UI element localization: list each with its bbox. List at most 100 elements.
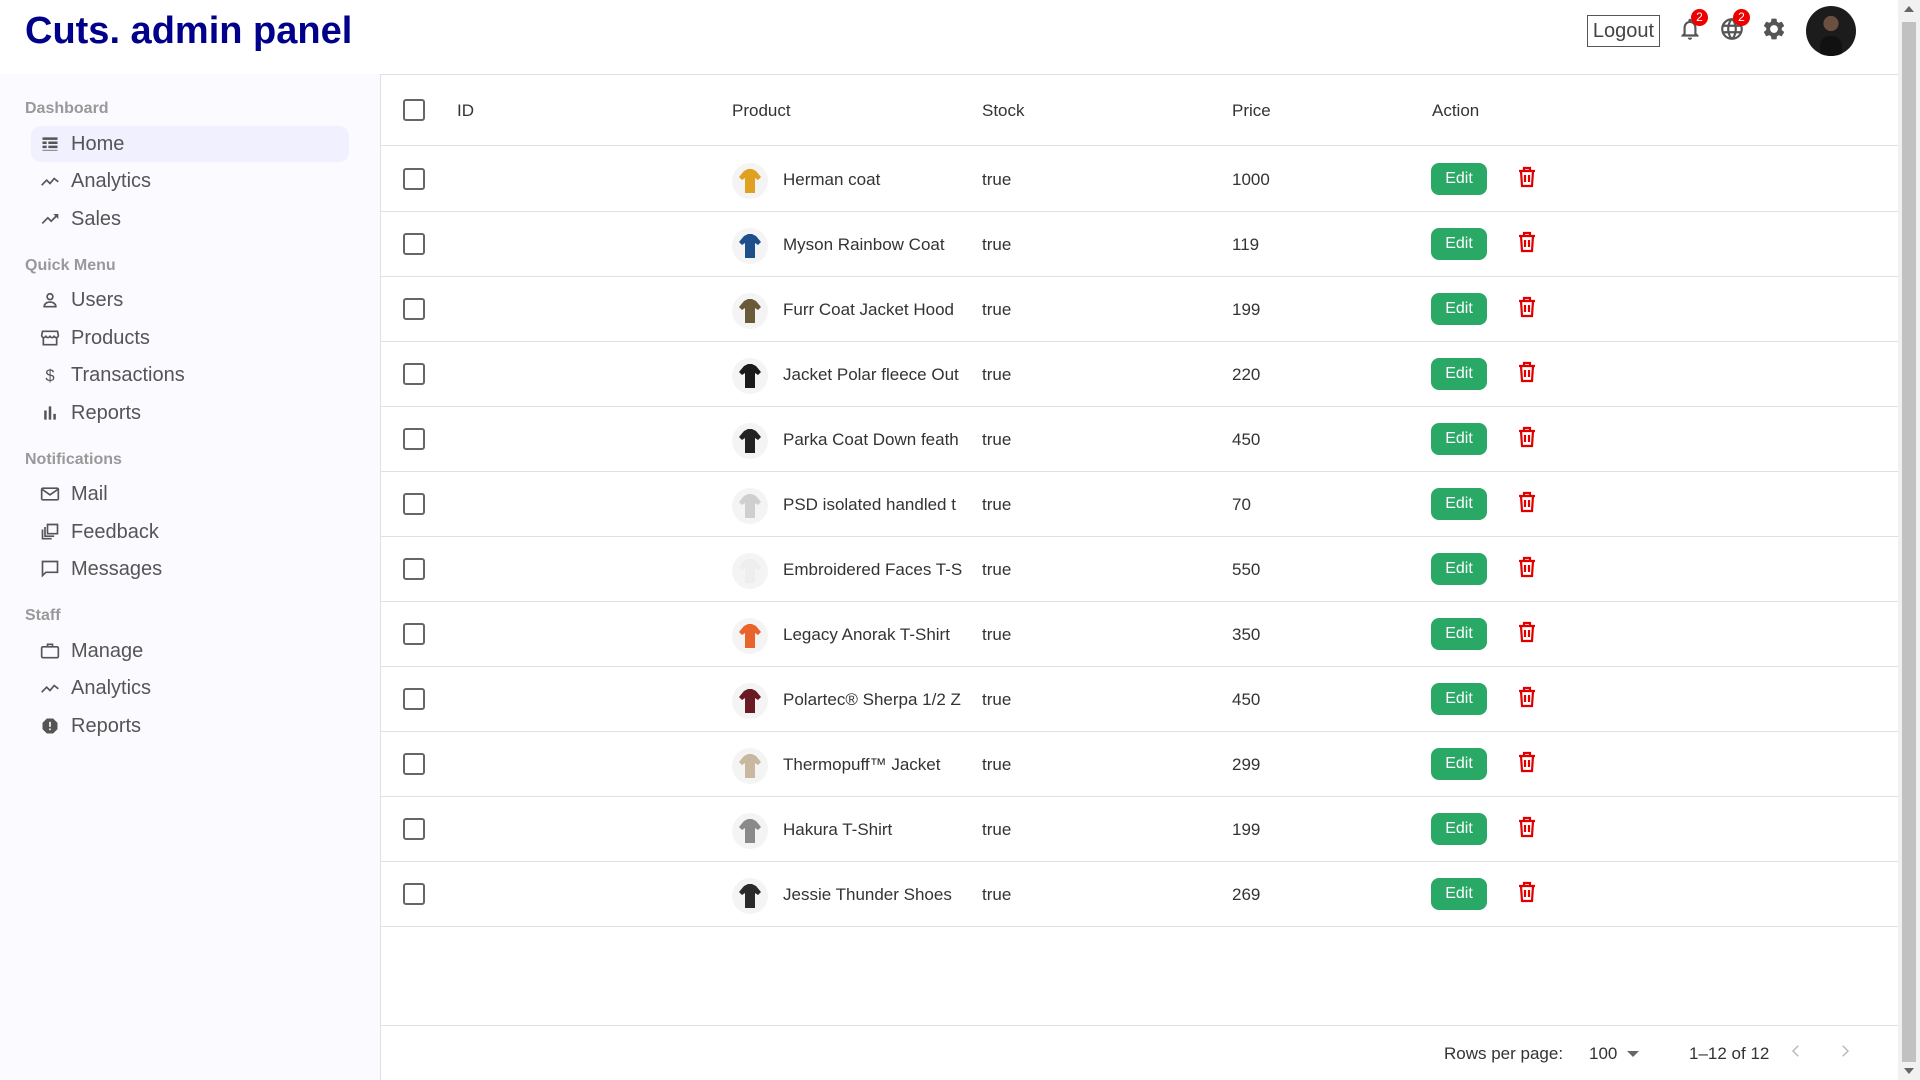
delete-button[interactable] (1513, 295, 1541, 323)
row-checkbox[interactable] (403, 818, 425, 840)
select-all-checkbox[interactable] (403, 99, 425, 121)
chevron-left-icon (1787, 1042, 1805, 1065)
scroll-down-arrow-icon[interactable] (1904, 1068, 1914, 1074)
table-row[interactable]: Furr Coat Jacket Hood true 199 Edit (381, 277, 1901, 342)
scroll-up-arrow-icon[interactable] (1904, 6, 1914, 12)
table-row[interactable]: Jacket Polar fleece Out true 220 Edit (381, 342, 1901, 407)
edit-button[interactable]: Edit (1431, 163, 1487, 195)
cell-stock: true (982, 300, 1012, 319)
cell-id (457, 407, 657, 472)
edit-button[interactable]: Edit (1431, 423, 1487, 455)
sidebar-item-users[interactable]: Users (31, 282, 349, 318)
cell-id (457, 537, 657, 602)
page-scrollbar[interactable] (1898, 0, 1920, 1080)
column-header-stock[interactable]: Stock (982, 75, 1025, 146)
edit-button[interactable]: Edit (1431, 488, 1487, 520)
sidebar-item-home[interactable]: Home (31, 126, 349, 162)
delete-button[interactable] (1513, 685, 1541, 713)
row-checkbox[interactable] (403, 688, 425, 710)
sidebar-item-sales[interactable]: Sales (31, 201, 349, 237)
sidebar-item-products[interactable]: Products (31, 320, 349, 356)
row-checkbox[interactable] (403, 883, 425, 905)
edit-button[interactable]: Edit (1431, 683, 1487, 715)
table-row[interactable]: Thermopuff™ Jacket true 299 Edit (381, 732, 1901, 797)
sidebar-item-label: Mail (71, 482, 108, 505)
trash-icon (1515, 619, 1539, 650)
edit-button[interactable]: Edit (1431, 748, 1487, 780)
cell-price: 199 (1232, 300, 1261, 319)
edit-button[interactable]: Edit (1431, 358, 1487, 390)
sidebar-item-label: Messages (71, 557, 163, 580)
next-page-button[interactable] (1830, 1038, 1860, 1068)
timeline-icon (39, 170, 61, 192)
table-row[interactable]: PSD isolated handled t true 70 Edit (381, 472, 1901, 537)
column-header-action[interactable]: Action (1432, 75, 1479, 146)
cell-stock: true (982, 495, 1012, 514)
scrollbar-thumb[interactable] (1902, 22, 1916, 1062)
table-row[interactable]: Hakura T-Shirt true 199 Edit (381, 797, 1901, 862)
sidebar-item-reports[interactable]: Reports (31, 395, 349, 431)
sidebar-item-manage[interactable]: Manage (31, 633, 349, 669)
work-icon (39, 640, 61, 662)
delete-button[interactable] (1513, 555, 1541, 583)
row-checkbox[interactable] (403, 623, 425, 645)
sidebar-item-transactions[interactable]: $ Transactions (31, 357, 349, 393)
sidebar-item-mail[interactable]: Mail (31, 476, 349, 512)
delete-button[interactable] (1513, 360, 1541, 388)
cell-product-name: Legacy Anorak T-Shirt (783, 625, 950, 644)
avatar[interactable] (1806, 6, 1856, 56)
column-header-id[interactable]: ID (457, 75, 474, 146)
delete-button[interactable] (1513, 490, 1541, 518)
edit-button[interactable]: Edit (1431, 553, 1487, 585)
rows-per-page-select[interactable]: 100 (1589, 1026, 1640, 1080)
sidebar-item-feedback[interactable]: Feedback (31, 514, 349, 550)
row-checkbox[interactable] (403, 493, 425, 515)
delete-button[interactable] (1513, 815, 1541, 843)
delete-button[interactable] (1513, 425, 1541, 453)
sidebar-item-staff-analytics[interactable]: Analytics (31, 670, 349, 706)
cell-stock: true (982, 560, 1012, 579)
row-checkbox[interactable] (403, 753, 425, 775)
settings-button[interactable] (1758, 15, 1790, 47)
row-checkbox[interactable] (403, 233, 425, 255)
language-button[interactable]: 2 (1716, 9, 1750, 47)
sidebar-item-staff-reports[interactable]: Reports (31, 708, 349, 744)
app-logo[interactable]: Cuts. admin panel (25, 6, 352, 56)
column-header-product[interactable]: Product (732, 75, 791, 146)
notifications-button[interactable]: 2 (1674, 9, 1708, 47)
edit-button[interactable]: Edit (1431, 293, 1487, 325)
delete-button[interactable] (1513, 880, 1541, 908)
column-header-price[interactable]: Price (1232, 75, 1271, 146)
table-row[interactable]: Legacy Anorak T-Shirt true 350 Edit (381, 602, 1901, 667)
edit-button[interactable]: Edit (1431, 618, 1487, 650)
cell-product-name: Polartec® Sherpa 1/2 Z (783, 690, 961, 709)
row-checkbox[interactable] (403, 168, 425, 190)
cell-product-name: Herman coat (783, 170, 881, 189)
table-row[interactable]: Polartec® Sherpa 1/2 Z true 450 Edit (381, 667, 1901, 732)
edit-button[interactable]: Edit (1431, 813, 1487, 845)
trash-icon (1515, 814, 1539, 845)
edit-button[interactable]: Edit (1431, 228, 1487, 260)
edit-button[interactable]: Edit (1431, 878, 1487, 910)
table-row[interactable]: Parka Coat Down feath true 450 Edit (381, 407, 1901, 472)
previous-page-button[interactable] (1781, 1038, 1811, 1068)
row-checkbox[interactable] (403, 298, 425, 320)
delete-button[interactable] (1513, 620, 1541, 648)
sidebar-item-analytics[interactable]: Analytics (31, 163, 349, 199)
table-row[interactable]: Herman coat true 1000 Edit (381, 147, 1901, 212)
row-checkbox[interactable] (403, 558, 425, 580)
delete-button[interactable] (1513, 165, 1541, 193)
cell-product-name: Embroidered Faces T-S (783, 560, 963, 579)
row-checkbox[interactable] (403, 363, 425, 385)
table-row[interactable]: Jessie Thunder Shoes true 269 Edit (381, 862, 1901, 927)
delete-button[interactable] (1513, 750, 1541, 778)
logout-button[interactable]: Logout (1586, 15, 1660, 47)
sidebar: Dashboard Home Analytics Sales Quick Men… (0, 74, 380, 1080)
cell-stock: true (982, 820, 1012, 839)
table-row[interactable]: Myson Rainbow Coat true 119 Edit (381, 212, 1901, 277)
table-row[interactable]: Embroidered Faces T-S true 550 Edit (381, 537, 1901, 602)
row-checkbox[interactable] (403, 428, 425, 450)
delete-button[interactable] (1513, 230, 1541, 258)
cell-product-name: Jessie Thunder Shoes (783, 885, 952, 904)
sidebar-item-messages[interactable]: Messages (31, 551, 349, 587)
